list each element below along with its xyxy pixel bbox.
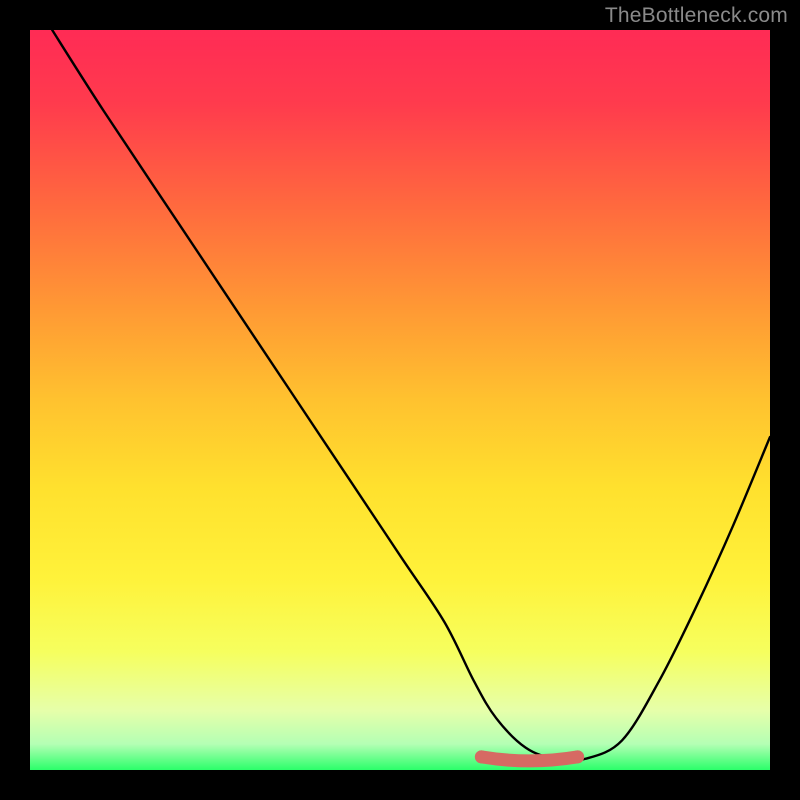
highlight-dot-left — [475, 750, 488, 763]
highlight-band — [481, 757, 577, 761]
highlight-dot-right — [571, 750, 584, 763]
main-curve — [52, 30, 770, 761]
plot-area — [30, 30, 770, 770]
curve-layer — [30, 30, 770, 770]
chart-frame: TheBottleneck.com — [0, 0, 800, 800]
watermark: TheBottleneck.com — [605, 4, 788, 28]
